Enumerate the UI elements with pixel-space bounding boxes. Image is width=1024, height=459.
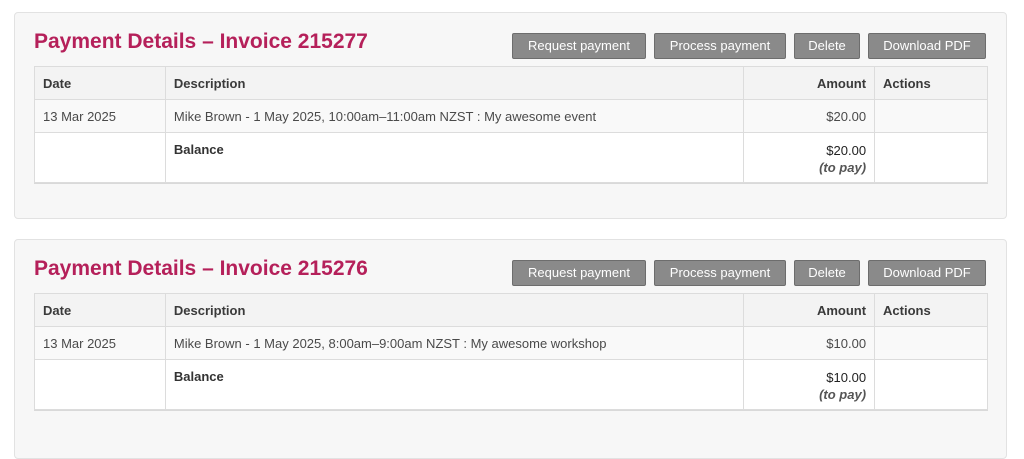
- balance-row: Balance $20.00 (to pay): [34, 132, 988, 183]
- balance-actions-cell: [874, 132, 988, 183]
- invoice-actions-toolbar: Request payment Process payment Delete D…: [512, 260, 986, 286]
- download-pdf-button[interactable]: Download PDF: [868, 33, 986, 59]
- balance-empty-cell: [34, 132, 166, 183]
- balance-amount-cell: $10.00 (to pay): [743, 359, 876, 410]
- balance-to-pay-note: (to pay): [819, 160, 867, 175]
- column-header-amount: Amount: [743, 66, 876, 100]
- balance-amount: $20.00: [826, 143, 867, 158]
- column-header-description: Description: [164, 66, 745, 100]
- column-header-actions: Actions: [874, 66, 988, 100]
- request-payment-button[interactable]: Request payment: [512, 260, 646, 286]
- table-header-row: Date Description Amount Actions: [34, 66, 988, 100]
- item-date: 13 Mar 2025: [34, 99, 166, 133]
- balance-to-pay-note: (to pay): [819, 387, 867, 402]
- column-header-actions: Actions: [874, 293, 988, 327]
- item-date: 13 Mar 2025: [34, 326, 166, 360]
- table-header-row: Date Description Amount Actions: [34, 293, 988, 327]
- column-header-description: Description: [164, 293, 745, 327]
- item-amount: $10.00: [743, 326, 876, 360]
- table-row: 13 Mar 2025 Mike Brown - 1 May 2025, 10:…: [34, 99, 988, 133]
- balance-amount-cell: $20.00 (to pay): [743, 132, 876, 183]
- delete-button[interactable]: Delete: [794, 260, 860, 286]
- invoice-title: Payment Details – Invoice 215276: [34, 257, 368, 280]
- balance-empty-cell: [34, 359, 166, 410]
- item-description: Mike Brown - 1 May 2025, 8:00am–9:00am N…: [164, 326, 745, 360]
- download-pdf-button[interactable]: Download PDF: [868, 260, 986, 286]
- item-actions: [874, 326, 988, 360]
- invoice-title: Payment Details – Invoice 215277: [34, 30, 368, 53]
- balance-row: Balance $10.00 (to pay): [34, 359, 988, 410]
- balance-label: Balance: [164, 132, 745, 183]
- invoice-card: Payment Details – Invoice 215276 Request…: [14, 239, 1007, 459]
- payment-details-table: Date Description Amount Actions 13 Mar 2…: [34, 293, 988, 410]
- process-payment-button[interactable]: Process payment: [654, 260, 786, 286]
- item-actions: [874, 99, 988, 133]
- item-description: Mike Brown - 1 May 2025, 10:00am–11:00am…: [164, 99, 745, 133]
- column-header-date: Date: [34, 293, 166, 327]
- column-header-date: Date: [34, 66, 166, 100]
- item-amount: $20.00: [743, 99, 876, 133]
- column-header-amount: Amount: [743, 293, 876, 327]
- invoice-card: Payment Details – Invoice 215277 Request…: [14, 12, 1007, 219]
- invoice-actions-toolbar: Request payment Process payment Delete D…: [512, 33, 986, 59]
- payment-details-table: Date Description Amount Actions 13 Mar 2…: [34, 66, 988, 183]
- balance-label: Balance: [164, 359, 745, 410]
- delete-button[interactable]: Delete: [794, 33, 860, 59]
- table-row: 13 Mar 2025 Mike Brown - 1 May 2025, 8:0…: [34, 326, 988, 360]
- process-payment-button[interactable]: Process payment: [654, 33, 786, 59]
- balance-actions-cell: [874, 359, 988, 410]
- balance-amount: $10.00: [826, 370, 867, 385]
- request-payment-button[interactable]: Request payment: [512, 33, 646, 59]
